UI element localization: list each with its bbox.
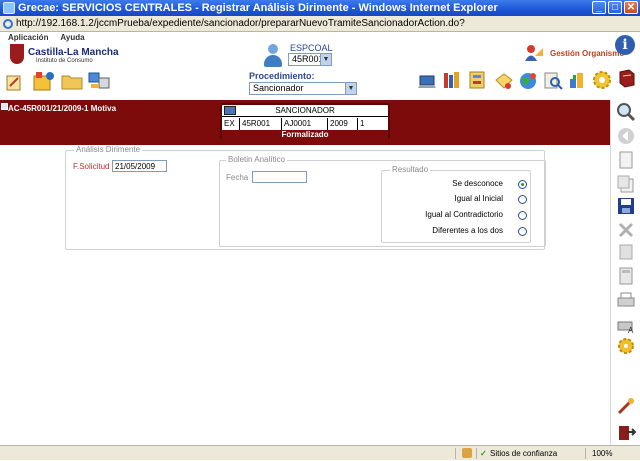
configure-gear-icon[interactable] (616, 336, 636, 356)
sancionador-box: SANCIONADOR EX 45R001 AJ0001 2009 1 Form… (220, 103, 390, 140)
attach-icon[interactable] (616, 242, 636, 262)
folder-new-icon[interactable] (32, 70, 56, 92)
copy-document-icon[interactable] (616, 174, 636, 194)
address-bar[interactable]: http://192.168.1.2/jccmPrueba/expediente… (0, 16, 640, 45)
edit-document-icon[interactable] (4, 72, 24, 92)
resultado-radio-igual-contradictorio[interactable] (518, 211, 527, 220)
screen-icon (224, 106, 236, 115)
document-icon[interactable] (616, 150, 636, 170)
user-icon (262, 44, 284, 68)
resultado-radio-se-desconoce[interactable] (518, 180, 527, 189)
analisis-dirimente-fieldset: Análisis Dirimente F.Solicitud 21/05/200… (65, 145, 546, 250)
svg-text:A: A (628, 326, 634, 334)
back-arrow-icon[interactable] (616, 126, 636, 146)
resultado-option-label: Igual al Contradictorio (425, 210, 503, 219)
app-header: Castilla-La Mancha Instituto de Consumo … (0, 35, 640, 100)
ie-app-icon (3, 2, 15, 14)
boletin-analitico-fieldset: Boletin Analítico Fecha Resultado Se des… (219, 155, 546, 247)
browser-status-bar: ✓ Sitios de confianza 100% (0, 445, 640, 460)
close-button[interactable]: ✕ (624, 1, 638, 14)
expediente-code-row: EX 45R001 AJ0001 2009 1 (222, 118, 388, 130)
shield-icon (10, 44, 24, 64)
minimize-button[interactable]: _ (592, 1, 606, 14)
organismo-select-value: 45R001 (292, 54, 324, 64)
expediente-icon (1, 103, 8, 110)
print-preview-icon[interactable]: A (616, 314, 636, 334)
gestion-icon (525, 45, 543, 61)
lock-icon (462, 448, 472, 458)
expediente-reference: AC-45R001/21/2009-1 Motiva (8, 104, 117, 113)
security-zone: Sitios de confianza (490, 449, 558, 458)
user-label: ESPCOAL (290, 43, 333, 53)
resultado-option-label: Se desconoce (452, 179, 503, 188)
delete-icon[interactable] (616, 220, 636, 240)
code-cell-type: EX (222, 118, 240, 130)
ie-page-icon (3, 19, 13, 29)
logo-subtitle: Instituto de Consumo (36, 58, 93, 64)
resultado-radio-igual-inicial[interactable] (518, 195, 527, 204)
logo-name: Castilla-La Mancha (28, 47, 119, 58)
chevron-down-icon: ▼ (320, 54, 331, 65)
resultado-fieldset: Resultado Se desconoce Igual al Inicial … (381, 165, 531, 243)
code-cell-org: 45R001 (240, 118, 282, 130)
tools-icon[interactable] (567, 70, 587, 90)
f-solicitud-input[interactable]: 21/05/2009 (112, 160, 167, 172)
fecha-label: Fecha (226, 173, 249, 182)
resultado-option-label: Igual al Inicial (454, 194, 503, 203)
window-controls: _ □ ✕ (592, 1, 638, 14)
trusted-check-icon: ✓ (480, 449, 487, 458)
window-title: Grecae: SERVICIOS CENTRALES - Registrar … (18, 2, 498, 14)
calculator-icon[interactable] (616, 266, 636, 286)
procedimiento-select-value: Sancionador (253, 83, 304, 93)
maximize-button[interactable]: □ (608, 1, 622, 14)
code-cell-year: 2009 (328, 118, 358, 130)
code-cell-unit: AJ0001 (282, 118, 328, 130)
laptop-icon[interactable] (417, 72, 437, 92)
fecha-input[interactable] (252, 171, 307, 183)
save-disk-icon[interactable] (616, 196, 636, 216)
gestion-label: Gestión Organismo (550, 49, 625, 58)
chevron-down-icon: ▼ (345, 83, 356, 94)
search-icon[interactable] (616, 102, 636, 122)
resultado-radio-diferentes[interactable] (518, 227, 527, 236)
globe-icon[interactable] (518, 71, 538, 91)
main-content: Análisis Dirimente F.Solicitud 21/05/200… (0, 145, 610, 445)
menu-item-ayuda[interactable]: Ayuda (60, 33, 84, 42)
boletin-analitico-legend: Boletin Analítico (226, 155, 287, 164)
analisis-dirimente-legend: Análisis Dirimente (74, 145, 143, 154)
tools-wrench-icon[interactable] (616, 396, 636, 416)
computer-icon[interactable] (87, 70, 111, 90)
sancionador-title: SANCIONADOR (275, 106, 335, 115)
sancionador-header: SANCIONADOR (222, 105, 388, 117)
procedimiento-select[interactable]: Sancionador ▼ (249, 82, 357, 95)
resultado-legend: Resultado (390, 165, 431, 174)
right-action-toolbar: A (610, 100, 640, 445)
menu-item-aplicacion[interactable]: Aplicación (8, 33, 48, 42)
expediente-bar: AC-45R001/21/2009-1 Motiva SANCIONADOR E… (0, 100, 610, 145)
resultado-option-label: Diferentes a los dos (432, 226, 503, 235)
f-solicitud-label: F.Solicitud (73, 162, 110, 171)
procedimiento-label: Procedimiento: (249, 71, 315, 81)
send-mail-icon[interactable] (494, 72, 514, 92)
exit-book-icon[interactable] (617, 68, 637, 88)
organismo-select[interactable]: 45R001 ▼ (288, 53, 332, 66)
expediente-status: Formalizado (222, 130, 388, 140)
settings-gear-icon[interactable] (591, 69, 613, 91)
exit-door-icon[interactable] (616, 422, 636, 442)
info-icon[interactable]: i (615, 35, 635, 55)
window-title-bar: Grecae: SERVICIOS CENTRALES - Registrar … (0, 0, 640, 16)
books-icon[interactable] (442, 70, 462, 90)
printer-icon[interactable] (616, 290, 636, 310)
search-document-icon[interactable] (543, 71, 563, 91)
folder-icon[interactable] (61, 71, 83, 91)
code-cell-number: 1 (360, 119, 365, 128)
zoom-level[interactable]: 100% (592, 446, 612, 461)
archive-icon[interactable] (468, 70, 488, 90)
